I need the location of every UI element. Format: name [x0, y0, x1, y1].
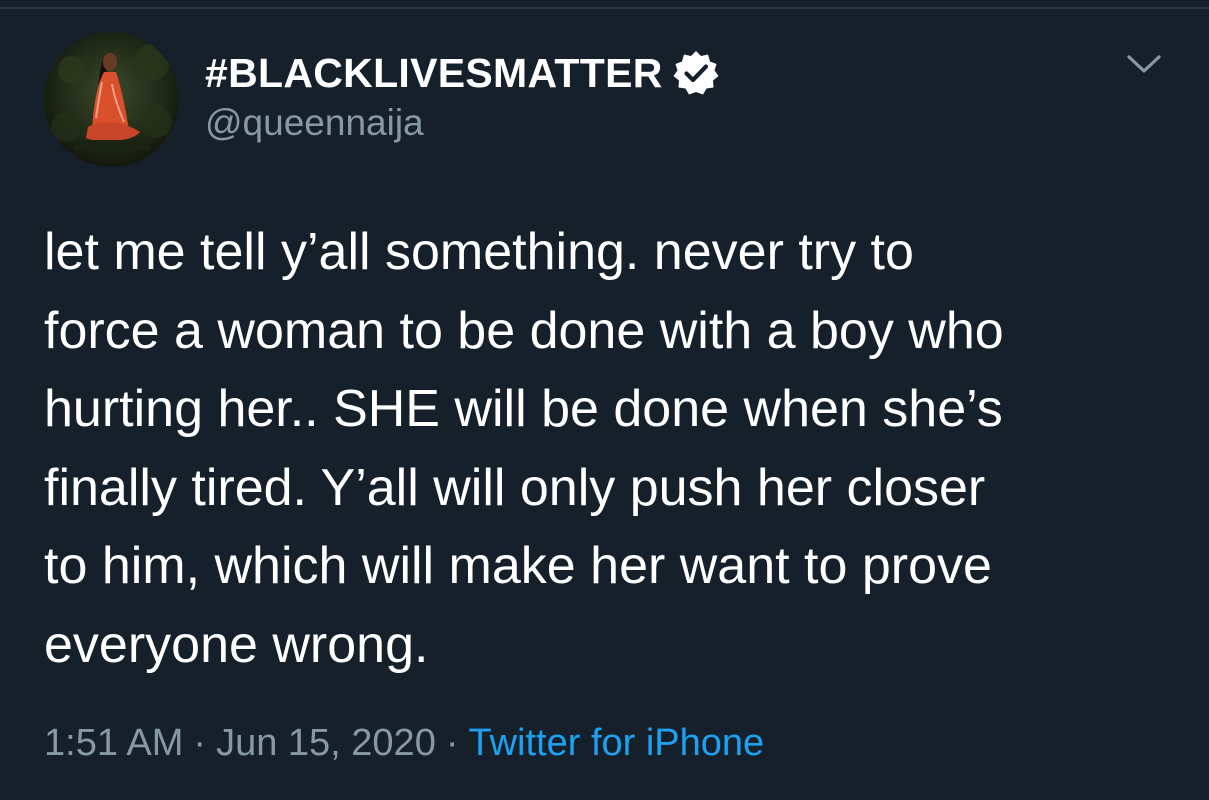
- tweet-date[interactable]: Jun 15, 2020: [216, 722, 436, 764]
- verified-badge-icon: [671, 48, 721, 98]
- tweet-text-line: hurting her.. SHE will be done when she’…: [44, 380, 1003, 438]
- display-name-row[interactable]: #BLACKLIVESMATTER: [205, 48, 721, 98]
- tweet-card: #BLACKLIVESMATTER @queennaija let me tel…: [0, 0, 1209, 800]
- avatar-image: [44, 32, 179, 167]
- tweet-text-line: to him, which will make her want to prov…: [44, 537, 992, 595]
- tweet-source-link[interactable]: Twitter for iPhone: [468, 722, 764, 764]
- top-divider: [0, 0, 1209, 9]
- tweet-meta: 1:51 AM · Jun 15, 2020 · Twitter for iPhone: [44, 722, 764, 765]
- chevron-down-icon[interactable]: [1124, 48, 1164, 82]
- tweet-text-line: everyone wrong.: [44, 615, 429, 674]
- tweet-text-line: let me tell y’all something. never try t…: [44, 223, 914, 281]
- tweet-time[interactable]: 1:51 AM: [44, 722, 183, 764]
- tweet-text: let me tell y’all something. never try t…: [44, 213, 1184, 684]
- tweet-text-line: finally tired. Y’all will only push her …: [44, 458, 986, 517]
- meta-separator: ·: [193, 722, 207, 764]
- handle[interactable]: @queennaija: [205, 102, 424, 144]
- avatar[interactable]: [44, 32, 179, 167]
- meta-separator: ·: [445, 722, 459, 764]
- tweet-text-line: force a woman to be done with a boy who: [44, 301, 1004, 360]
- display-name[interactable]: #BLACKLIVESMATTER: [205, 50, 663, 97]
